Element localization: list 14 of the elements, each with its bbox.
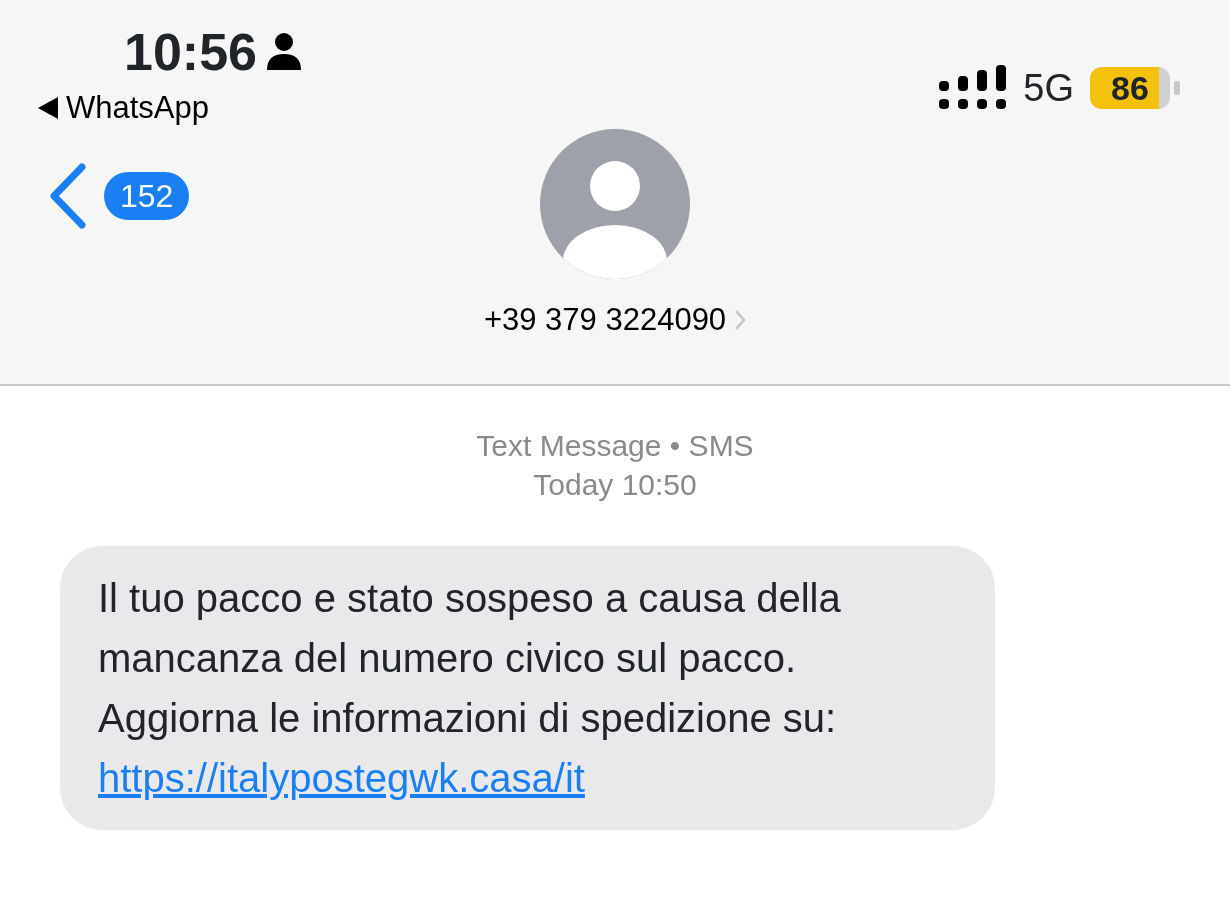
back-button[interactable]: 152 bbox=[48, 163, 190, 229]
status-time: 10:56 bbox=[124, 26, 257, 78]
service-label: Text Message • SMS bbox=[475, 428, 755, 464]
signal-icon bbox=[939, 64, 1008, 111]
message-timestamp: Today 10:50 bbox=[532, 467, 698, 503]
avatar-icon bbox=[540, 129, 690, 279]
back-to-app-link[interactable]: WhatsApp bbox=[38, 92, 209, 123]
chevron-right-icon bbox=[734, 309, 747, 332]
person-icon bbox=[265, 32, 303, 72]
back-triangle-icon bbox=[38, 96, 58, 119]
back-chevron-icon bbox=[48, 163, 88, 229]
contact-number[interactable]: +39 379 3224090 bbox=[483, 297, 747, 344]
message-text: Il tuo pacco e stato sospeso a causa della mancanza del numero civico sul pacco. Aggiorna le informazioni di spedizione su: bbox=[98, 576, 841, 740]
network-label: 5G bbox=[1023, 68, 1074, 107]
